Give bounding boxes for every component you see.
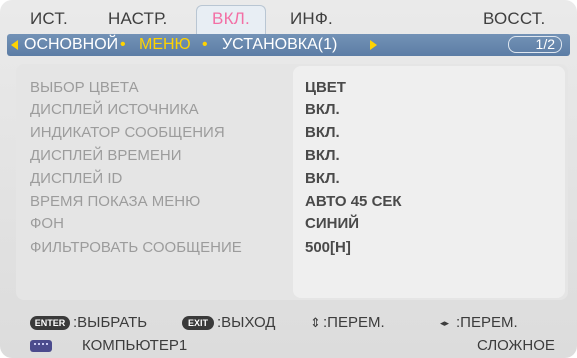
updown-hint-text: :ПЕРЕМ. [323,314,385,331]
updown-arrows-icon: ⇕ [310,315,321,330]
setting-value-filter-message[interactable]: 500[Н] [305,238,351,258]
setting-label-time-display[interactable]: ДИСПЛЕЙ ВРЕМЕНИ [30,146,181,166]
tab-setup[interactable]: ВКЛ. [196,5,266,34]
setting-label-id-display[interactable]: ДИСПЛЕЙ ID [30,169,122,189]
tab-reset[interactable]: ВОССТ. [483,6,545,32]
leftright-arrows-icon: ◂▸ [440,318,450,328]
subtab-basic[interactable]: ОСНОВНОЙ [24,34,118,56]
tab-info[interactable]: ИНФ. [290,6,333,32]
setting-label-color-select[interactable]: ВЫБОР ЦВЕТА [30,78,139,98]
arrow-right-icon[interactable] [370,40,377,50]
exit-key-icon: EXIT [182,316,214,330]
signal-mode: СЛОЖНОЕ [477,337,555,354]
source-status-line: КОМПЬЮТЕР1 СЛОЖНОЕ [0,336,577,356]
key-hints: ENTER :ВЫБРАТЬ EXIT :ВЫХОД ⇕ :ПЕРЕМ. ◂▸ … [0,312,577,334]
source-name: КОМПЬЮТЕР1 [82,337,188,354]
setting-label-message-indicator[interactable]: ИНДИКАТОР СООБЩЕНИЯ [30,123,225,143]
subtab-installation[interactable]: УСТАНОВКА(1) [222,34,337,56]
setting-label-background[interactable]: ФОН [30,214,64,234]
setting-value-time-display[interactable]: ВКЛ. [305,146,340,166]
tab-source[interactable]: ИСТ. [30,6,68,32]
setting-value-menu-display-time[interactable]: АВТО 45 СЕК [305,192,402,212]
enter-hint-text: :ВЫБРАТЬ [73,314,148,331]
arrow-left-icon[interactable] [11,40,18,50]
setting-value-source-display[interactable]: ВКЛ. [305,100,340,120]
enter-key-icon: ENTER [30,316,70,330]
leftright-hint-text: :ПЕРЕМ. [456,314,518,331]
main-tabs: ИСТ. НАСТР. ВКЛ. ИНФ. ВОССТ. [0,0,577,34]
setting-value-color-select[interactable]: ЦВЕТ [305,78,346,98]
setting-label-menu-display-time[interactable]: ВРЕМЯ ПОКАЗА МЕНЮ [30,192,200,212]
setting-label-filter-message[interactable]: ФИЛЬТРОВАТЬ СООБЩЕНИЕ [30,238,242,258]
subtab-bar: ОСНОВНОЙ • МЕНЮ • УСТАНОВКА(1) 1/2 [7,34,570,56]
setting-value-message-indicator[interactable]: ВКЛ. [305,123,340,143]
tab-adjust[interactable]: НАСТР. [108,6,167,32]
projector-menu: ИСТ. НАСТР. ВКЛ. ИНФ. ВОССТ. ОСНОВНОЙ • … [0,0,577,358]
setting-label-source-display[interactable]: ДИСПЛЕЙ ИСТОЧНИКА [30,100,199,120]
exit-hint-text: :ВЫХОД [217,314,276,331]
subtab-menu[interactable]: МЕНЮ [139,34,191,56]
setting-value-id-display[interactable]: ВКЛ. [305,169,340,189]
separator-dot: • [120,36,126,53]
page-indicator: 1/2 [508,36,562,53]
setting-value-background[interactable]: СИНИЙ [305,214,359,234]
computer-input-icon [30,340,52,352]
separator-dot: • [202,36,208,53]
